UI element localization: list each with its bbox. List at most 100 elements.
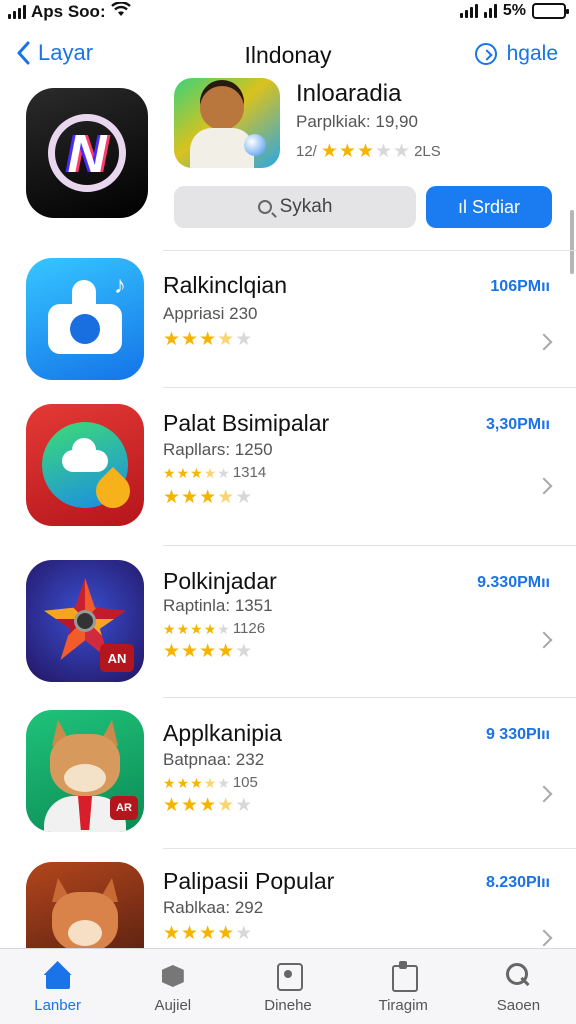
primary-button[interactable]: ıl Srdiar xyxy=(426,186,552,228)
star-icon: ★ xyxy=(203,464,217,481)
app-small-stars: ★ ★ ★ ★ ★ xyxy=(163,776,230,790)
share-icon xyxy=(474,43,497,65)
star-icon: ★ xyxy=(199,329,217,350)
featured-app-icon[interactable] xyxy=(26,88,148,218)
app-stars: ★ ★ ★ ★ ★ xyxy=(163,924,252,943)
featured-subtitle: Parplkiak: 19,90 xyxy=(296,112,418,131)
featured-rating: 12/ ★ ★ ★ ★ ★ 2LS xyxy=(296,142,441,161)
star-icon: ★ xyxy=(217,620,230,637)
featured-rating-prefix: 12/ xyxy=(296,143,317,160)
star-icon: ★ xyxy=(163,774,176,791)
tab-dinehe[interactable]: Dinehe xyxy=(230,949,345,1024)
star-icon: ★ xyxy=(181,923,199,944)
app-name: Palat Bsimipalar xyxy=(163,410,330,436)
app-row[interactable]: Palipasii Popular Rablkaa: 292 ★ ★ ★ ★ ★ 8.2… xyxy=(0,862,576,948)
star-icon: ★ xyxy=(199,487,217,508)
star-icon: ★ xyxy=(163,641,181,662)
star-icon: ★ xyxy=(163,487,181,508)
chevron-right-icon xyxy=(535,333,553,351)
featured-promo-image[interactable] xyxy=(174,78,280,168)
divider xyxy=(163,848,576,849)
frame-icon xyxy=(273,961,303,991)
app-subtitle: Batpnaa: 232 xyxy=(163,750,265,769)
star-icon: ★ xyxy=(235,641,253,662)
tab-label: Aujiel xyxy=(154,997,192,1014)
app-row[interactable]: AN Polkinjadar Raptinla: 1351 ★ ★ ★ ★ ★ 1126 … xyxy=(0,560,576,690)
share-button[interactable]: hgale xyxy=(474,42,558,66)
tab-label: Saoen xyxy=(496,997,541,1014)
star-icon: ★ xyxy=(235,329,253,350)
divider xyxy=(163,250,576,251)
tab-tiragim[interactable]: Tiragim xyxy=(346,949,461,1024)
status-bar: Aps Soo: 5% xyxy=(0,0,576,26)
battery-icon xyxy=(532,3,569,19)
divider xyxy=(163,545,576,546)
carrier-label: Aps Soo: xyxy=(31,2,106,21)
star-icon: ★ xyxy=(199,795,217,816)
star-icon: ★ xyxy=(181,641,199,662)
divider xyxy=(163,387,576,388)
app-row[interactable]: AR Applkanipia Batpnaa: 232 ★ ★ ★ ★ ★ 105 ★ ★ ★… xyxy=(0,710,576,842)
star-icon: ★ xyxy=(203,620,217,637)
star-icon: ★ xyxy=(235,487,253,508)
app-subtitle: Raptinla: 1351 xyxy=(163,596,273,615)
star-icon: ★ xyxy=(203,774,217,791)
star-icon: ★ xyxy=(393,141,411,162)
star-icon: ★ xyxy=(176,774,190,791)
app-time: 3,30PΜıı xyxy=(485,416,550,433)
star-icon: ★ xyxy=(235,923,253,944)
star-icon: ★ xyxy=(190,464,203,481)
app-icon-fox xyxy=(26,862,144,948)
tab-label: Dinehe xyxy=(264,997,312,1014)
star-icon: ★ xyxy=(181,487,199,508)
app-subtitle: Appriasi 230 xyxy=(163,304,258,323)
star-icon: ★ xyxy=(217,923,235,944)
app-stars: ★ ★ ★ ★ ★ xyxy=(163,642,252,661)
app-time: 8.230PIıı xyxy=(485,874,550,891)
app-name: Polkinjadar xyxy=(163,568,277,594)
tab-label: Lanber xyxy=(34,997,81,1014)
app-stars: ★ ★ ★ ★ ★ xyxy=(163,488,252,507)
nav-bar: Layar Ilndonay hgale xyxy=(0,34,576,78)
app-row[interactable]: Palat Bsimipalar Rapllars: 1250 ★ ★ ★ ★ ★ 131… xyxy=(0,404,576,544)
app-small-stars: ★ ★ ★ ★ ★ xyxy=(163,622,230,636)
star-icon: ★ xyxy=(217,487,235,508)
signal-icon-3 xyxy=(483,4,497,18)
app-icon-dog: AR xyxy=(26,710,144,832)
app-name: Applkanipia xyxy=(163,720,282,746)
app-icon-cloud xyxy=(26,404,144,526)
tab-aujiel[interactable]: Aujiel xyxy=(115,949,230,1024)
app-rating-count: 105 xyxy=(232,774,258,791)
search-button[interactable]: Sykah xyxy=(174,186,416,228)
featured-rating-suffix: 2LS xyxy=(414,143,441,160)
chevron-right-icon xyxy=(535,631,553,649)
app-row[interactable]: ♪ Ralkinclqian Appriasi 230 ★ ★ ★ ★ ★ 106PΜı… xyxy=(0,258,576,386)
home-icon xyxy=(43,961,73,989)
star-icon: ★ xyxy=(163,620,176,637)
star-icon: ★ xyxy=(163,464,176,481)
app-name: Palipasii Popular xyxy=(163,868,335,894)
star-icon: ★ xyxy=(217,641,235,662)
star-icon: ★ xyxy=(176,464,190,481)
tab-saoen[interactable]: Saoen xyxy=(461,949,576,1024)
star-icon: ★ xyxy=(320,141,338,162)
star-icon: ★ xyxy=(199,641,217,662)
app-time: 106PΜıı xyxy=(490,278,550,295)
app-stars: ★ ★ ★ ★ ★ xyxy=(163,796,252,815)
battery-percent: 5% xyxy=(502,2,526,19)
star-icon: ★ xyxy=(356,141,374,162)
app-stars: ★ ★ ★ ★ ★ xyxy=(163,330,252,349)
divider xyxy=(163,697,576,698)
star-icon: ★ xyxy=(181,795,199,816)
status-right: 5% xyxy=(459,2,569,20)
star-icon: ★ xyxy=(163,795,181,816)
app-subtitle: Rablkaa: 292 xyxy=(163,898,264,917)
featured-title: Inloaradia xyxy=(296,80,402,107)
tab-lanber[interactable]: Lanber xyxy=(0,949,115,1024)
box-icon xyxy=(158,961,188,989)
signal-icon xyxy=(8,5,26,19)
star-icon: ★ xyxy=(217,795,235,816)
search-button-label: Sykah xyxy=(279,196,333,217)
star-icon: ★ xyxy=(217,774,230,791)
star-icon: ★ xyxy=(235,795,253,816)
